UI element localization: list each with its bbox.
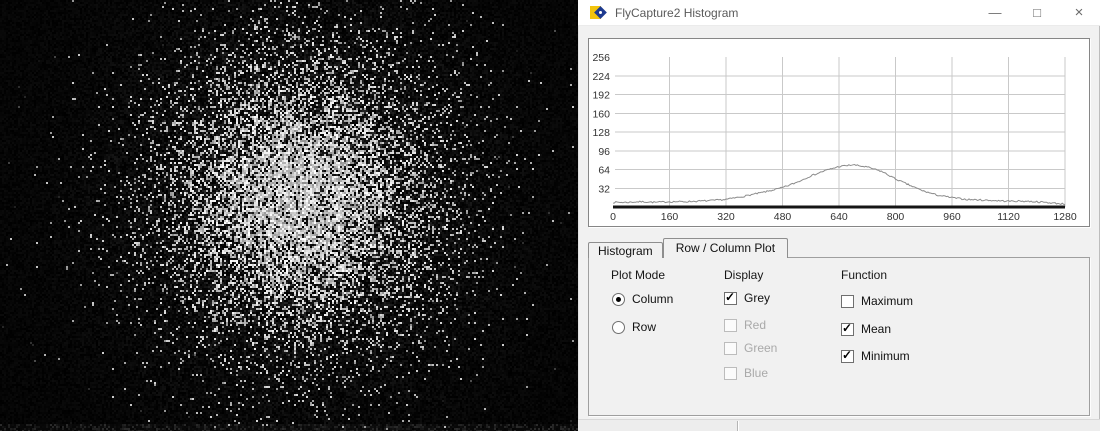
svg-text:640: 640 bbox=[830, 211, 848, 223]
flycapture-logo-icon bbox=[590, 5, 606, 21]
function-header: Function bbox=[841, 268, 887, 282]
close-icon[interactable]: × bbox=[1058, 0, 1100, 26]
svg-text:960: 960 bbox=[943, 211, 961, 223]
tab-histogram[interactable]: Histogram bbox=[588, 242, 663, 258]
checkbox-green: Green bbox=[724, 341, 777, 355]
svg-text:320: 320 bbox=[717, 211, 735, 223]
window-titlebar[interactable]: FlyCapture2 Histogram — □ × bbox=[578, 0, 1100, 26]
checkbox-indicator bbox=[841, 350, 854, 363]
plot-panel: 2562241921601289664320160320480640800960… bbox=[588, 38, 1090, 227]
svg-text:64: 64 bbox=[598, 165, 610, 177]
checkbox-mean[interactable]: Mean bbox=[841, 322, 891, 336]
svg-text:256: 256 bbox=[592, 52, 610, 64]
radio-row[interactable]: Row bbox=[612, 320, 656, 334]
svg-text:1280: 1280 bbox=[1053, 211, 1077, 223]
status-bar-divider bbox=[737, 421, 739, 431]
flycapture-histogram-window: FlyCapture2 Histogram — □ × 256 224 192 160… bbox=[578, 0, 1100, 431]
svg-text:192: 192 bbox=[592, 90, 610, 102]
checkbox-indicator bbox=[724, 319, 737, 332]
svg-text:480: 480 bbox=[774, 211, 792, 223]
checkbox-maximum[interactable]: Maximum bbox=[841, 294, 913, 308]
radio-indicator bbox=[612, 293, 625, 306]
svg-text:96: 96 bbox=[598, 146, 610, 158]
checkbox-indicator bbox=[841, 323, 854, 336]
screen: FlyCapture2 Histogram — □ × 256 224 192 160… bbox=[0, 0, 1100, 431]
beam-image bbox=[0, 0, 578, 431]
checkbox-indicator bbox=[724, 367, 737, 380]
checkbox-minimum[interactable]: Minimum bbox=[841, 349, 910, 363]
radio-indicator bbox=[612, 321, 625, 334]
radio-column[interactable]: Column bbox=[612, 292, 673, 306]
svg-text:0: 0 bbox=[610, 211, 616, 223]
checkbox-grey[interactable]: Grey bbox=[724, 291, 770, 305]
camera-image-panel bbox=[0, 0, 578, 431]
svg-text:1120: 1120 bbox=[997, 211, 1020, 223]
checkbox-indicator bbox=[724, 342, 737, 355]
svg-text:800: 800 bbox=[887, 211, 905, 223]
svg-text:224: 224 bbox=[592, 71, 610, 83]
svg-text:160: 160 bbox=[592, 108, 610, 120]
tab-row-column-plot[interactable]: Row / Column Plot bbox=[663, 238, 788, 258]
plot-mode-header: Plot Mode bbox=[611, 268, 665, 282]
tab-bar: Histogram Row / Column Plot bbox=[588, 238, 788, 258]
status-bar bbox=[578, 419, 1100, 431]
checkbox-indicator bbox=[841, 295, 854, 308]
checkbox-red: Red bbox=[724, 318, 766, 332]
tab-page-row-column-plot: Plot Mode Column Row Display Grey Red Gr… bbox=[588, 257, 1090, 416]
checkbox-blue: Blue bbox=[724, 366, 768, 380]
maximize-icon[interactable]: □ bbox=[1016, 0, 1058, 26]
row-column-plot-chart: 2562241921601289664320160320480640800960… bbox=[589, 39, 1089, 226]
window-title: FlyCapture2 Histogram bbox=[615, 6, 974, 20]
svg-text:128: 128 bbox=[592, 127, 610, 139]
svg-text:160: 160 bbox=[661, 211, 679, 223]
svg-text:32: 32 bbox=[598, 183, 610, 195]
display-header: Display bbox=[724, 268, 763, 282]
minimize-icon[interactable]: — bbox=[974, 0, 1016, 26]
checkbox-indicator bbox=[724, 292, 737, 305]
